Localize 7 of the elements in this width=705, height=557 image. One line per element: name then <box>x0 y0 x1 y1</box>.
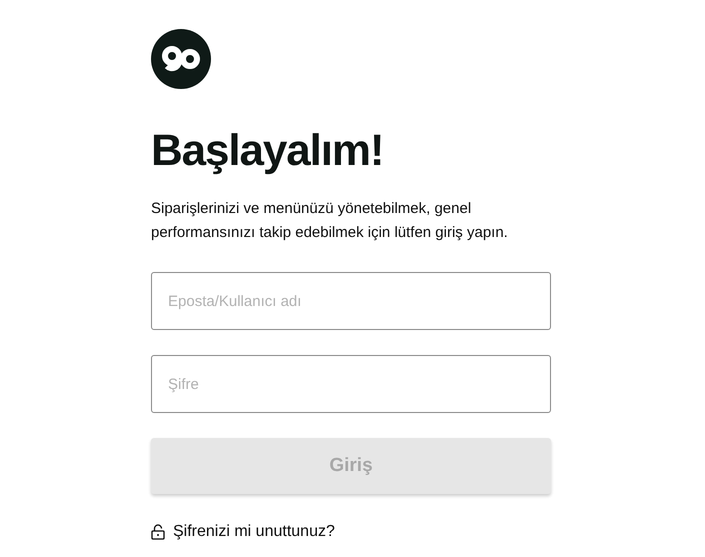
page-title: Başlayalım! <box>151 125 384 177</box>
description-text: Siparişlerinizi ve menünüzü yönetebilmek, genel performansınızı takip edebilmek için lütfen giriş yapın. <box>151 199 509 243</box>
logo-icon <box>151 29 211 89</box>
input-field[interactable]: Eposta/Kullanıcı adı <box>151 272 551 330</box>
lock-icon <box>151 524 165 540</box>
input-field[interactable]: Şifre <box>151 355 551 413</box>
forgot-password-link[interactable]: Şifrenizi mi unuttunuz? <box>173 520 335 544</box>
